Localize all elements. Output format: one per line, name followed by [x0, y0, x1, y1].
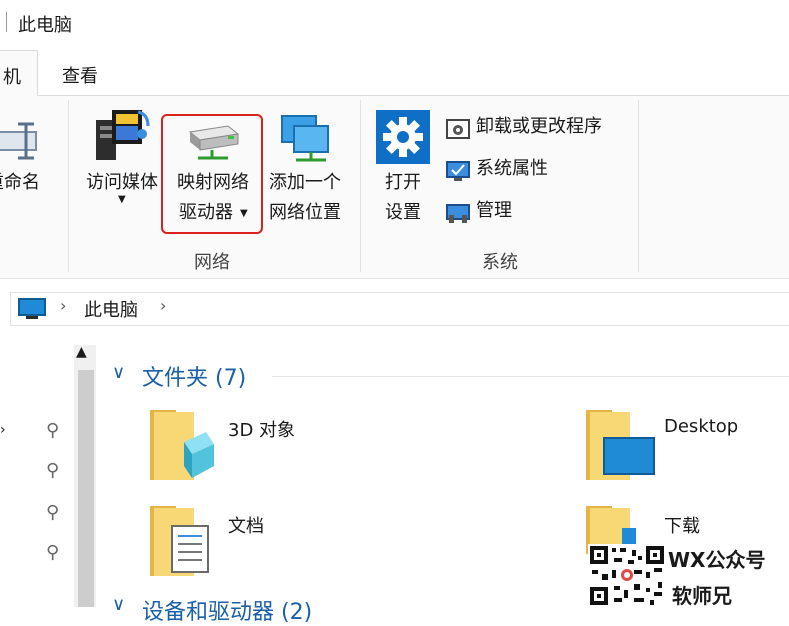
breadcrumb-this-pc[interactable]: 此电脑 [84, 296, 138, 322]
network-location-icon [278, 114, 334, 164]
uninstall-icon [446, 118, 470, 140]
ribbon-tabs: 机 查看 [0, 44, 789, 96]
nav-scrollbar-thumb[interactable] [78, 370, 94, 607]
highlight-box [161, 114, 263, 234]
pin-icon[interactable]: ⚲ [46, 420, 59, 441]
dropdown-arrow-icon[interactable]: ▼ [118, 194, 126, 205]
window-title: 此电脑 [18, 15, 72, 36]
chevron-down-icon[interactable]: ∨ [112, 594, 125, 615]
section-header-folders[interactable]: 文件夹 (7) [142, 360, 246, 392]
tab-view[interactable]: 查看 [62, 62, 98, 88]
open-settings-label-1[interactable]: 打开 [376, 168, 430, 198]
watermark-line-1: WX公众号 [668, 548, 766, 572]
folder-downloads-label[interactable]: 下载 [664, 512, 700, 538]
manage-icon [446, 202, 470, 224]
group-separator [68, 100, 69, 272]
rename-icon [0, 118, 56, 164]
section-header-devices[interactable]: 设备和驱动器 (2) [142, 594, 312, 626]
scroll-up-arrow-icon[interactable]: ▲ [76, 344, 87, 360]
folder-documents-icon[interactable] [148, 504, 214, 580]
section-divider [272, 376, 789, 377]
add-network-location-label-2[interactable]: 网络位置 [262, 198, 348, 228]
nav-item-edge[interactable]: › [0, 422, 6, 438]
system-properties-button[interactable]: 系统属性 [476, 154, 548, 184]
gear-icon [376, 110, 430, 164]
qr-code [588, 544, 666, 607]
network-group-label: 网络 [194, 252, 230, 273]
chevron-down-icon[interactable]: ∨ [112, 362, 125, 383]
manage-button[interactable]: 管理 [476, 196, 512, 226]
pin-icon[interactable]: ⚲ [46, 542, 59, 563]
ribbon: 重命名 访问媒体 ▼ 映射网络 驱动器 ▼ [0, 96, 789, 279]
system-properties-icon [446, 160, 470, 182]
pin-icon[interactable]: ⚲ [46, 502, 59, 523]
rename-button[interactable]: 重命名 [0, 168, 56, 198]
media-server-icon [94, 106, 150, 164]
system-group-label: 系统 [482, 252, 518, 273]
folder-desktop-label[interactable]: Desktop [664, 416, 738, 437]
folder-documents-label[interactable]: 文档 [228, 512, 264, 538]
folder-3d-objects-label[interactable]: 3D 对象 [228, 416, 295, 442]
group-separator [360, 100, 361, 272]
watermark-line-2: 软师兄 [672, 584, 732, 608]
group-separator [638, 100, 639, 272]
pin-icon[interactable]: ⚲ [46, 460, 59, 481]
folder-3d-objects-icon[interactable] [148, 408, 214, 484]
chevron-right-icon[interactable]: › [60, 296, 66, 315]
open-settings-label-2[interactable]: 设置 [376, 198, 430, 228]
chevron-right-icon[interactable]: › [160, 296, 166, 315]
uninstall-program-button[interactable]: 卸载或更改程序 [476, 112, 602, 142]
title-separator [6, 12, 7, 32]
add-network-location-label-1[interactable]: 添加一个 [262, 168, 348, 198]
folder-desktop-icon[interactable] [584, 408, 656, 484]
monitor-icon [18, 298, 46, 320]
title-bar: 此电脑 [0, 0, 789, 44]
address-bar[interactable]: › 此电脑 › [0, 290, 789, 328]
tab-computer[interactable]: 机 [0, 50, 38, 96]
